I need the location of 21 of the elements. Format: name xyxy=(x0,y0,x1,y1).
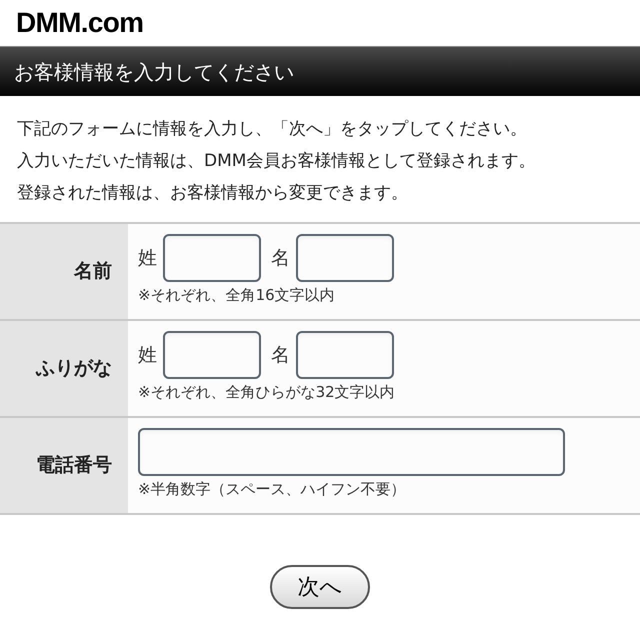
field-note: ※それぞれ、全角16文字以内 xyxy=(138,285,336,306)
field-label: 名 xyxy=(271,342,290,368)
field-note: ※それぞれ、全角ひらがな32文字以内 xyxy=(138,382,396,403)
row-label: 電話番号 xyxy=(36,453,112,478)
input-field[interactable] xyxy=(163,331,261,379)
intro-text: 下記のフォームに情報を入力し、「次へ」をタップしてください。 xyxy=(17,118,528,141)
row-label: 名前 xyxy=(74,259,112,284)
header-title: お客様情報を入力してください xyxy=(14,58,294,86)
input-field[interactable] xyxy=(296,331,394,379)
input-field[interactable] xyxy=(163,234,261,282)
input-field[interactable] xyxy=(296,234,394,282)
intro-text: 登録された情報は、お客様情報から変更できます。 xyxy=(17,182,409,205)
field-note: ※半角数字（スペース、ハイフン不要） xyxy=(138,479,407,500)
field-label: 姓 xyxy=(138,246,157,271)
logo: DMM.com xyxy=(16,6,144,40)
intro-text: 入力いただいた情報は、DMM会員お客様情報として登録されます。 xyxy=(17,150,536,173)
input-field[interactable] xyxy=(138,428,565,476)
field-label: 姓 xyxy=(138,342,157,368)
next-button[interactable]: 次へ xyxy=(270,565,370,609)
row-label: ふりがな xyxy=(36,356,112,382)
field-label: 名 xyxy=(271,246,290,271)
